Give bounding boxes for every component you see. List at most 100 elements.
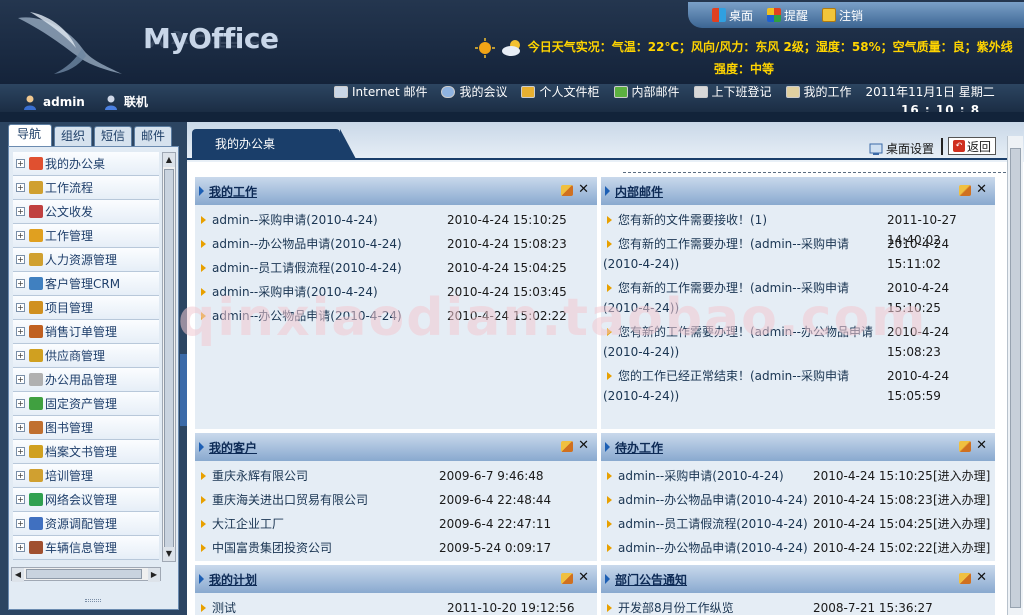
todo-title[interactable]: admin--采购申请(2010-4-24): [618, 464, 784, 488]
scroll-up-icon[interactable]: ▲: [163, 153, 175, 167]
sidebar-item-module[interactable]: + 办公用品管理: [13, 368, 159, 392]
expand-icon[interactable]: +: [16, 255, 25, 264]
mail-row[interactable]: 您的工作已经正常结束！(admin--采购申请(2010-4-24)) 2010-…: [601, 364, 995, 408]
list-item[interactable]: admin--采购申请(2010-4-24) 2010-4-24 15:03:45: [195, 280, 597, 304]
sidebar-item-module[interactable]: + 客户管理CRM: [13, 272, 159, 296]
sidebar-collapse-handle[interactable]: [180, 354, 187, 426]
vertical-scroll-thumb[interactable]: [164, 169, 174, 549]
expand-icon[interactable]: +: [16, 543, 25, 552]
todo-title[interactable]: admin--办公物品申请(2010-4-24): [618, 488, 808, 512]
item-title[interactable]: 中国富贵集团投资公司: [212, 536, 332, 560]
mail-row[interactable]: 您有新的工作需要办理！(admin--采购申请(2010-4-24)) 2010-…: [601, 276, 995, 320]
expand-icon[interactable]: +: [16, 231, 25, 240]
tab-sms[interactable]: 短信: [94, 126, 133, 146]
main-scroll-thumb[interactable]: [1010, 148, 1021, 608]
close-icon[interactable]: ✕: [578, 438, 589, 453]
panel-title[interactable]: 部门公告通知: [615, 571, 687, 588]
sidebar-item-module[interactable]: + 档案文书管理: [13, 440, 159, 464]
expand-icon[interactable]: +: [16, 519, 25, 528]
item-title[interactable]: 开发部8月份工作纵览: [618, 596, 734, 615]
tab-navigation[interactable]: 导航: [8, 124, 53, 146]
edit-icon[interactable]: [561, 185, 573, 196]
todo-row[interactable]: admin--办公物品申请(2010-4-24) 2010-4-24 15:08:…: [601, 488, 995, 512]
sidebar-item-module[interactable]: + 培训管理: [13, 464, 159, 488]
panel-title[interactable]: 内部邮件: [615, 183, 663, 200]
list-item[interactable]: 重庆海关进出口贸易有限公司 2009-6-4 22:48:44: [195, 488, 597, 512]
todo-title[interactable]: admin--员工请假流程(2010-4-24): [618, 512, 808, 536]
edit-icon[interactable]: [959, 185, 971, 196]
handle-link[interactable]: [进入办理]: [933, 464, 990, 488]
expand-icon[interactable]: +: [16, 495, 25, 504]
edit-icon[interactable]: [959, 573, 971, 584]
close-icon[interactable]: ✕: [976, 570, 987, 585]
close-icon[interactable]: ✕: [578, 570, 589, 585]
mail-subject[interactable]: 您有新的工作需要办理！(admin--办公物品申请(2010-4-24)): [603, 325, 873, 359]
expand-icon[interactable]: +: [16, 351, 25, 360]
todo-title[interactable]: admin--办公物品申请(2010-4-24): [618, 536, 808, 560]
expand-icon[interactable]: +: [16, 183, 25, 192]
list-item[interactable]: 大江企业工厂 2009-6-4 22:47:11: [195, 512, 597, 536]
nav-my-meeting[interactable]: 我的会议: [441, 84, 507, 100]
desktop-link[interactable]: 桌面: [712, 7, 753, 24]
list-item[interactable]: admin--采购申请(2010-4-24) 2010-4-24 15:10:25: [195, 208, 597, 232]
sidebar-item-module[interactable]: + 图书管理: [13, 416, 159, 440]
todo-row[interactable]: admin--办公物品申请(2010-4-24) 2010-4-24 15:02:…: [601, 536, 995, 560]
sidebar-item-module[interactable]: + 公文收发: [13, 200, 159, 224]
sidebar-item-module[interactable]: + 我的办公桌: [13, 152, 159, 176]
horizontal-scroll-thumb[interactable]: [26, 569, 142, 579]
nav-internal-mail[interactable]: 内部邮件: [613, 84, 680, 100]
list-item[interactable]: 开发部8月份工作纵览 2008-7-21 15:36:27: [601, 596, 995, 615]
item-title[interactable]: 重庆永辉有限公司: [212, 464, 308, 488]
scroll-down-icon[interactable]: ▼: [163, 547, 175, 561]
module-horizontal-scrollbar[interactable]: ◀ ▶: [11, 567, 161, 582]
sidebar-item-module[interactable]: + 供应商管理: [13, 344, 159, 368]
logout-link[interactable]: 注销: [822, 7, 863, 24]
expand-icon[interactable]: +: [16, 327, 25, 336]
expand-icon[interactable]: +: [16, 447, 25, 456]
panel-title[interactable]: 我的客户: [209, 439, 257, 456]
list-item[interactable]: 中国富贵集团投资公司 2009-5-24 0:09:17: [195, 536, 597, 560]
list-item[interactable]: 重庆永辉有限公司 2009-6-7 9:46:48: [195, 464, 597, 488]
item-title[interactable]: admin--采购申请(2010-4-24): [212, 280, 378, 304]
close-icon[interactable]: ✕: [976, 438, 987, 453]
handle-link[interactable]: [进入办理]: [933, 536, 990, 560]
module-vertical-scrollbar[interactable]: ▲ ▼: [162, 152, 176, 562]
close-icon[interactable]: ✕: [578, 182, 589, 197]
list-item[interactable]: admin--办公物品申请(2010-4-24) 2010-4-24 15:02:…: [195, 304, 597, 328]
mail-subject[interactable]: 您有新的工作需要办理！(admin--采购申请(2010-4-24)): [603, 237, 849, 271]
item-title[interactable]: 重庆海关进出口贸易有限公司: [212, 488, 368, 512]
close-icon[interactable]: ✕: [976, 182, 987, 197]
expand-icon[interactable]: +: [16, 399, 25, 408]
user-account[interactable]: admin: [22, 93, 85, 110]
sidebar-item-module[interactable]: + 销售订单管理: [13, 320, 159, 344]
mail-subject[interactable]: 您有新的工作需要办理！(admin--采购申请(2010-4-24)): [603, 281, 849, 315]
tab-my-desk[interactable]: 我的办公桌: [192, 129, 356, 159]
todo-row[interactable]: admin--采购申请(2010-4-24) 2010-4-24 15:10:25…: [601, 464, 995, 488]
online-status[interactable]: 联机: [103, 93, 148, 110]
panel-title[interactable]: 我的工作: [209, 183, 257, 200]
tab-mail[interactable]: 邮件: [134, 126, 173, 146]
panel-title[interactable]: 我的计划: [209, 571, 257, 588]
sidebar-item-module[interactable]: + 工作流程: [13, 176, 159, 200]
expand-icon[interactable]: +: [16, 303, 25, 312]
nav-attendance[interactable]: 上下班登记: [693, 84, 772, 100]
mail-subject[interactable]: 您的工作已经正常结束！(admin--采购申请(2010-4-24)): [603, 369, 849, 403]
mail-row[interactable]: 您有新的文件需要接收！(1) 2011-10-27 14:40:02: [601, 208, 995, 247]
scroll-right-icon[interactable]: ▶: [148, 568, 160, 582]
main-vertical-scrollbar[interactable]: [1007, 136, 1023, 615]
expand-icon[interactable]: +: [16, 279, 25, 288]
panel-title[interactable]: 待办工作: [615, 439, 663, 456]
edit-icon[interactable]: [561, 441, 573, 452]
mail-row[interactable]: 您有新的工作需要办理！(admin--采购申请(2010-4-24)) 2010-…: [601, 232, 995, 276]
expand-icon[interactable]: +: [16, 423, 25, 432]
item-title[interactable]: admin--采购申请(2010-4-24): [212, 208, 378, 232]
sidebar-item-module[interactable]: + 固定资产管理: [13, 392, 159, 416]
back-button[interactable]: ↶ 返回: [948, 137, 997, 155]
sidebar-item-module[interactable]: + 项目管理: [13, 296, 159, 320]
sidebar-item-module[interactable]: + 工作管理: [13, 224, 159, 248]
item-title[interactable]: admin--员工请假流程(2010-4-24): [212, 256, 402, 280]
sidebar-item-module[interactable]: + 网络会议管理: [13, 488, 159, 512]
sidebar-item-module[interactable]: + 人力资源管理: [13, 248, 159, 272]
expand-icon[interactable]: +: [16, 159, 25, 168]
sidebar-item-module[interactable]: + 资源调配管理: [13, 512, 159, 536]
